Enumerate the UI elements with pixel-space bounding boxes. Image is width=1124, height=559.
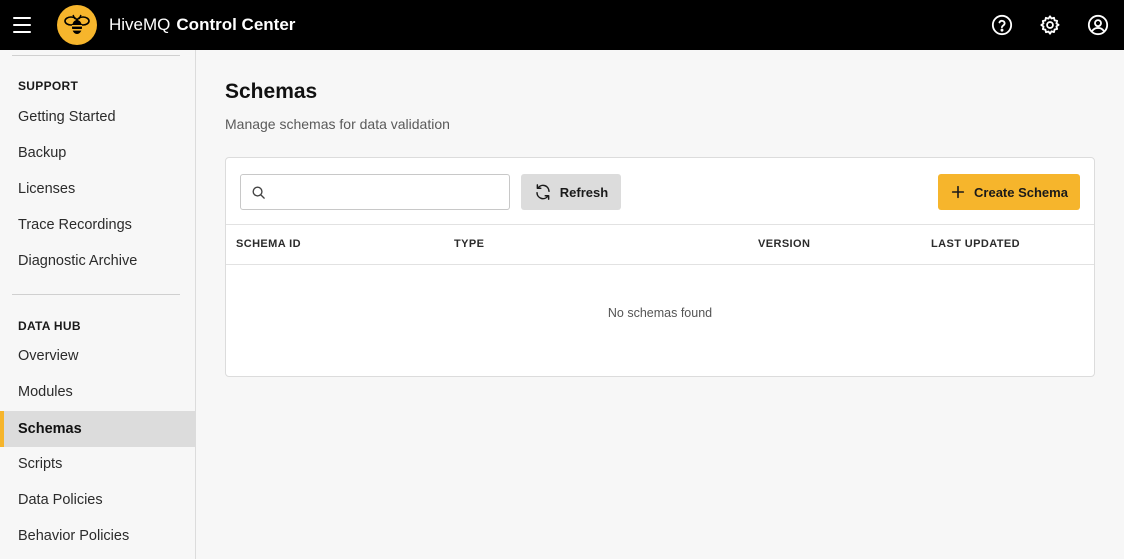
column-header-last-updated[interactable]: LAST UPDATED <box>931 238 1020 250</box>
create-schema-button[interactable]: Create Schema <box>938 174 1080 210</box>
hamburger-menu-icon[interactable] <box>13 15 37 35</box>
app-title: HiveMQ Control Center <box>109 15 295 35</box>
refresh-icon <box>536 184 550 200</box>
search-input[interactable] <box>274 184 504 200</box>
sidebar-item-backup[interactable]: Backup <box>0 135 195 171</box>
main-content: Schemas Manage schemas for data validati… <box>196 50 1124 559</box>
sidebar-item-schemas[interactable]: Schemas <box>0 411 195 447</box>
page-subtitle: Manage schemas for data validation <box>225 116 450 132</box>
section-title-data-hub: DATA HUB <box>18 319 81 333</box>
sidebar-divider <box>12 55 180 56</box>
sidebar-item-label: Schemas <box>18 421 82 437</box>
sidebar-item-label: Getting Started <box>18 109 116 125</box>
plus-icon <box>951 185 965 199</box>
brand-name: HiveMQ <box>109 15 171 34</box>
user-circle-icon[interactable] <box>1086 13 1110 37</box>
create-schema-label: Create Schema <box>974 184 1068 200</box>
empty-state-message: No schemas found <box>607 306 713 320</box>
gear-icon[interactable] <box>1038 13 1062 37</box>
refresh-label: Refresh <box>559 184 609 200</box>
help-circle-icon[interactable] <box>990 13 1014 37</box>
sidebar-item-label: Modules <box>18 384 73 400</box>
sidebar: SUPPORT Getting Started Backup Licenses … <box>0 50 196 559</box>
sidebar-item-scripts[interactable]: Scripts <box>0 446 195 482</box>
top-bar: HiveMQ Control Center <box>0 0 1124 50</box>
sidebar-item-modules[interactable]: Modules <box>0 374 195 410</box>
sidebar-divider <box>12 294 180 295</box>
schemas-card: Refresh Create Schema SCHEMA ID TYPE VER… <box>225 157 1095 377</box>
sidebar-item-label: Behavior Policies <box>18 528 130 544</box>
column-header-type[interactable]: TYPE <box>454 238 484 250</box>
sidebar-item-overview[interactable]: Overview <box>0 338 195 374</box>
sidebar-item-label: Backup <box>18 145 67 161</box>
sidebar-item-trace-recordings[interactable]: Trace Recordings <box>0 207 195 243</box>
sidebar-item-label: Licenses <box>18 181 76 197</box>
sidebar-item-data-policies[interactable]: Data Policies <box>0 482 195 518</box>
sidebar-item-licenses[interactable]: Licenses <box>0 171 195 207</box>
sidebar-item-label: Scripts <box>18 456 63 472</box>
sidebar-item-behavior-policies[interactable]: Behavior Policies <box>0 518 195 554</box>
sidebar-item-label: Overview <box>18 348 79 364</box>
sidebar-item-label: Trace Recordings <box>18 217 132 233</box>
page-title: Schemas <box>225 80 318 103</box>
search-icon <box>252 186 265 199</box>
sidebar-item-diagnostic-archive[interactable]: Diagnostic Archive <box>0 243 195 279</box>
bee-logo-icon[interactable] <box>57 5 97 45</box>
section-title-support: SUPPORT <box>18 79 79 93</box>
sidebar-item-label: Diagnostic Archive <box>18 253 138 269</box>
table-header: SCHEMA ID TYPE VERSION LAST UPDATED <box>226 224 1094 265</box>
sidebar-item-getting-started[interactable]: Getting Started <box>0 99 195 135</box>
sidebar-item-label: Data Policies <box>18 492 103 508</box>
column-header-version[interactable]: VERSION <box>758 238 810 250</box>
column-header-schema-id[interactable]: SCHEMA ID <box>236 238 301 250</box>
refresh-button[interactable]: Refresh <box>521 174 621 210</box>
search-box[interactable] <box>240 174 510 210</box>
brand-product: Control Center <box>176 15 296 34</box>
